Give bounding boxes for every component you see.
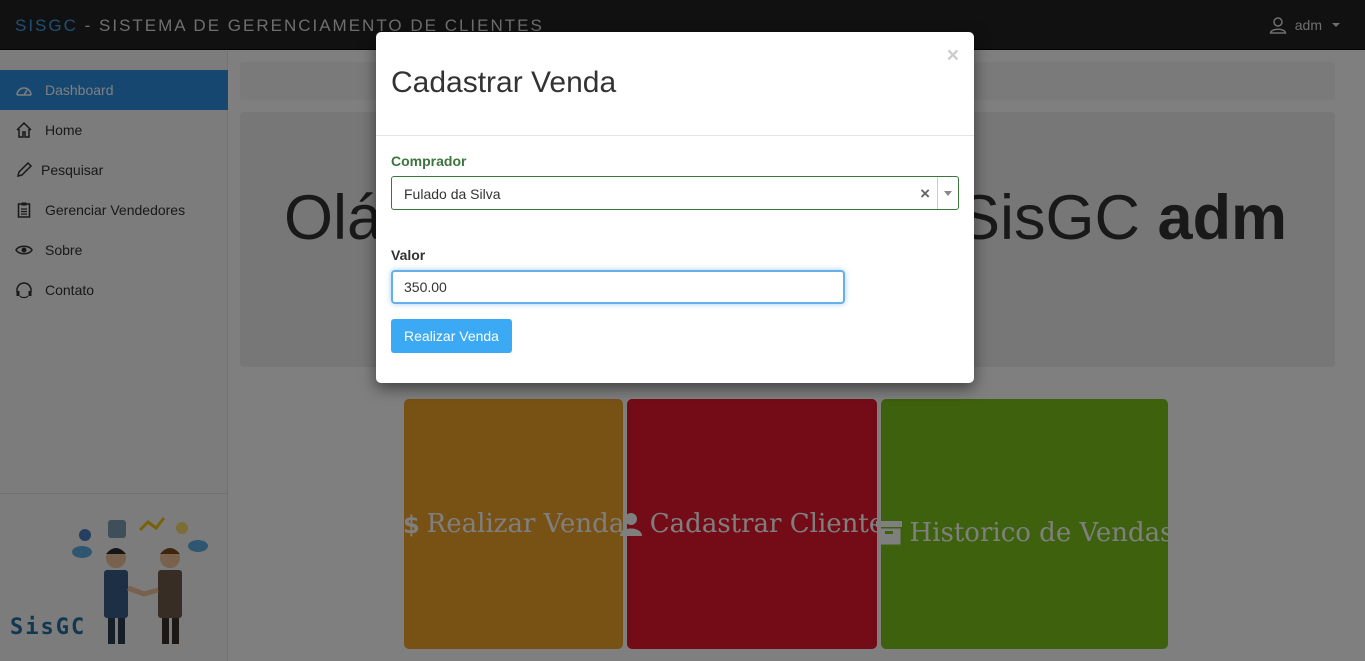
comprador-selected-value: Fulado da Silva [404, 186, 501, 202]
valor-input[interactable] [391, 270, 845, 304]
comprador-select[interactable]: Fulado da Silva × [391, 176, 959, 210]
realizar-venda-button[interactable]: Realizar Venda [391, 319, 512, 353]
modal-title: Cadastrar Venda [391, 66, 617, 99]
modal-header: Cadastrar Venda × [376, 32, 974, 136]
clear-icon[interactable]: × [920, 184, 930, 204]
valor-label: Valor [391, 247, 426, 263]
cadastrar-venda-modal: Cadastrar Venda × Comprador Fulado da Si… [376, 32, 974, 383]
close-icon[interactable]: × [947, 44, 959, 68]
chevron-down-icon[interactable] [944, 191, 952, 196]
select-separator [937, 177, 938, 209]
comprador-label: Comprador [391, 153, 467, 169]
